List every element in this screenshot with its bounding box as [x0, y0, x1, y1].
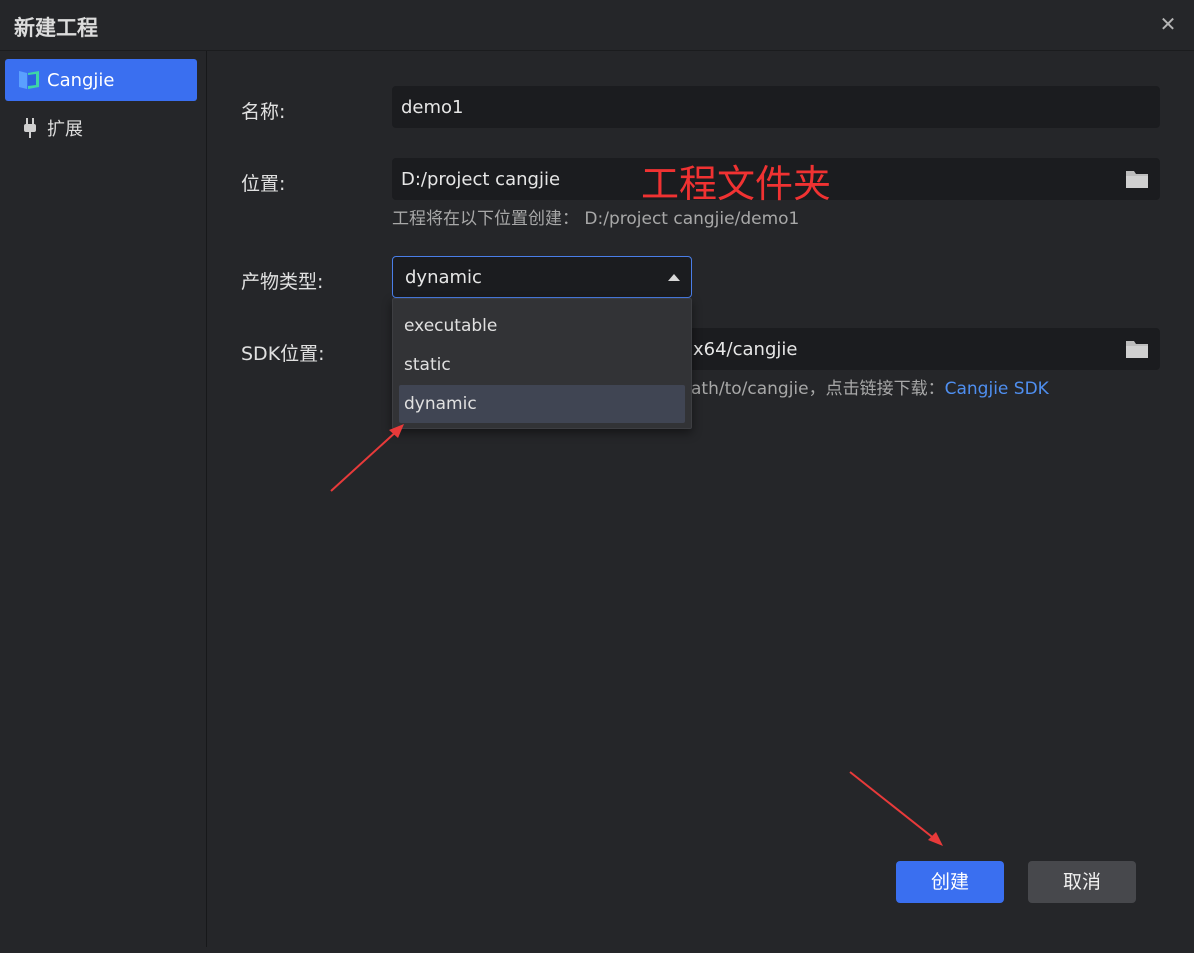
sidebar-item-label: Cangjie — [47, 69, 115, 91]
name-input[interactable] — [401, 87, 1101, 127]
option-static[interactable]: static — [399, 346, 685, 384]
artifact-type-select[interactable]: dynamic — [392, 256, 692, 298]
sidebar-item-extensions[interactable]: 扩展 — [5, 107, 197, 149]
plug-icon — [23, 116, 47, 140]
artifact-type-label: 产物类型: — [241, 271, 324, 293]
close-icon[interactable]: ✕ — [1156, 12, 1180, 36]
location-label: 位置: — [241, 173, 286, 195]
title-bar: 新建工程 ✕ — [0, 0, 1194, 51]
cancel-button[interactable]: 取消 — [1028, 861, 1136, 903]
option-executable[interactable]: executable — [399, 307, 685, 345]
name-field-box — [392, 86, 1160, 128]
option-dynamic[interactable]: dynamic — [399, 385, 685, 423]
form-panel: 名称: 位置: 工程将在以下位置创建： D:/project cangjie/d… — [207, 51, 1194, 947]
sidebar-item-cangjie[interactable]: Cangjie — [5, 59, 197, 101]
caret-up-icon — [668, 274, 680, 281]
annotation-label: 工程文件夹 — [641, 162, 832, 206]
artifact-type-dropdown: executable static dynamic — [392, 298, 692, 429]
sidebar: Cangjie 扩展 — [0, 51, 207, 947]
folder-icon[interactable] — [1125, 338, 1149, 360]
sdk-hint-text: ath/to/cangjie，点击链接下载： — [691, 379, 945, 399]
name-label: 名称: — [241, 101, 286, 123]
artifact-type-value: dynamic — [405, 267, 482, 288]
dialog-title: 新建工程 — [14, 16, 98, 40]
cangjie-sdk-link[interactable]: Cangjie SDK — [945, 379, 1049, 399]
folder-icon[interactable] — [1125, 168, 1149, 190]
cangjie-logo-icon — [17, 68, 47, 92]
sdk-hint: ath/to/cangjie，点击链接下载：Cangjie SDK — [691, 374, 1049, 399]
sdk-label: SDK位置: — [241, 343, 325, 365]
sdk-input[interactable] — [693, 329, 1113, 369]
sidebar-item-label: 扩展 — [47, 119, 83, 140]
create-button[interactable]: 创建 — [896, 861, 1004, 903]
